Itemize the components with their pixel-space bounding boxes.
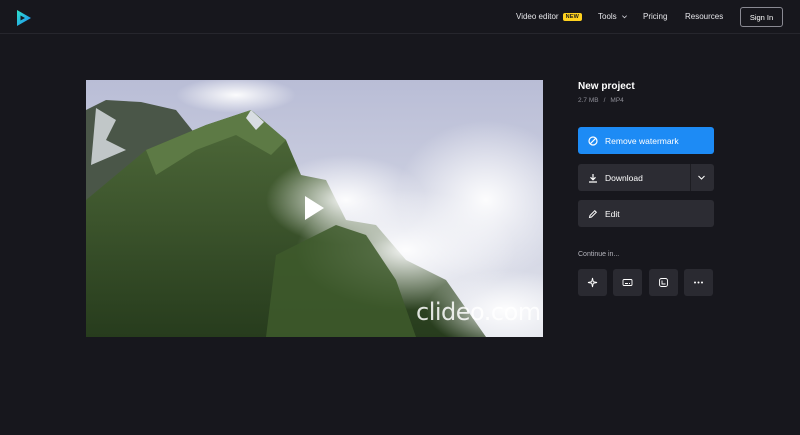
project-title: New project (578, 81, 635, 92)
download-icon (589, 173, 597, 183)
clideo-logo-icon[interactable] (14, 8, 34, 28)
top-header: Video editor NEW Tools Pricing Resources… (0, 0, 800, 34)
sparkle-icon (587, 277, 598, 288)
nav-pricing[interactable]: Pricing (643, 12, 667, 21)
download-button[interactable]: Download (578, 164, 714, 191)
chevron-down-icon[interactable] (697, 173, 706, 182)
edit-button[interactable]: Edit (578, 200, 714, 227)
continue-tool-more[interactable] (684, 269, 713, 296)
continue-tool-subtitles[interactable] (613, 269, 642, 296)
crop-icon (659, 278, 668, 287)
file-size: 2.7 MB (578, 97, 599, 104)
meta-separator: / (603, 97, 606, 104)
file-format: MP4 (610, 97, 624, 104)
nav-resources-label: Resources (685, 12, 724, 21)
nav-tools[interactable]: Tools (598, 12, 628, 21)
watermark-text: clideo.com (416, 298, 541, 326)
nav-tools-label: Tools (598, 12, 617, 21)
project-meta: 2.7 MB / MP4 (578, 97, 624, 104)
continue-tool-sparkle[interactable] (578, 269, 607, 296)
new-badge: NEW (562, 12, 582, 21)
edit-label: Edit (605, 208, 620, 219)
nav-video-editor-label: Video editor (516, 12, 559, 21)
play-icon[interactable] (302, 194, 326, 222)
pencil-icon (588, 209, 598, 218)
subtitles-icon (622, 279, 633, 286)
sign-in-button[interactable]: Sign In (740, 7, 783, 27)
remove-watermark-button[interactable]: Remove watermark (578, 127, 714, 154)
nav-pricing-label: Pricing (643, 12, 668, 21)
more-icon (694, 281, 703, 284)
nav-video-editor[interactable]: Video editor NEW (516, 12, 582, 21)
no-symbol-icon (588, 135, 598, 146)
continue-in-label: Continue in... (578, 251, 620, 258)
continue-tool-crop[interactable] (649, 269, 678, 296)
chevron-down-icon (621, 15, 627, 19)
remove-watermark-label: Remove watermark (605, 135, 679, 146)
download-label: Download (605, 172, 643, 183)
nav-resources[interactable]: Resources (685, 12, 723, 21)
button-divider (690, 164, 691, 191)
